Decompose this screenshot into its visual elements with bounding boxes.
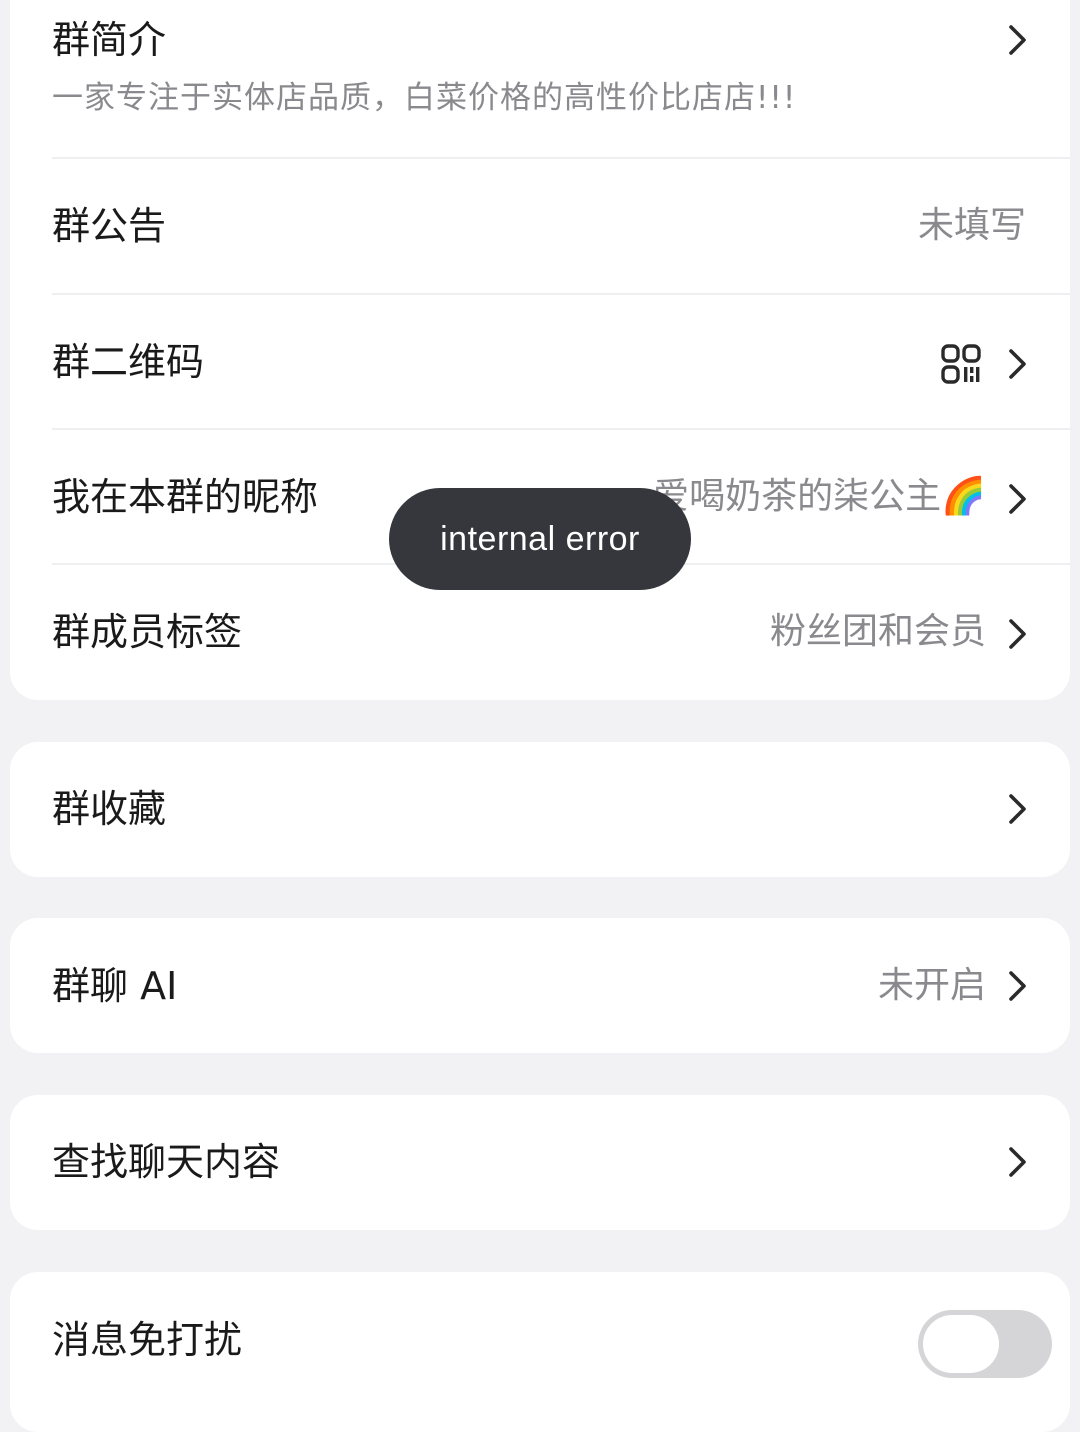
chevron-right-icon bbox=[1009, 349, 1026, 379]
chevron-right-icon bbox=[1009, 619, 1026, 649]
chevron-right-icon bbox=[1009, 1147, 1026, 1177]
group-intro-row[interactable]: 群简介 一家专注于实体店品质，白菜价格的高性价比店店!!! bbox=[10, 0, 1070, 158]
qrcode-icon bbox=[941, 344, 981, 384]
chevron-right-icon bbox=[1009, 971, 1026, 1001]
group-announcement-label: 群公告 bbox=[52, 204, 167, 248]
my-nickname-label: 我在本群的昵称 bbox=[52, 475, 319, 519]
chevron-right-icon bbox=[1009, 25, 1026, 55]
group-announcement-row[interactable]: 群公告 未填写 bbox=[10, 159, 1070, 294]
toggle-knob bbox=[923, 1315, 999, 1373]
group-favorites-card[interactable]: 群收藏 bbox=[10, 742, 1070, 877]
mute-notifications-card: 消息免打扰 bbox=[10, 1272, 1070, 1432]
group-announcement-value: 未填写 bbox=[917, 205, 1026, 246]
search-chat-label: 查找聊天内容 bbox=[52, 1140, 281, 1184]
group-favorites-label: 群收藏 bbox=[52, 787, 167, 831]
group-intro-text: 一家专注于实体店品质，白菜价格的高性价比店店!!! bbox=[52, 80, 797, 116]
member-tag-label: 群成员标签 bbox=[52, 610, 243, 654]
member-tag-value: 粉丝团和会员 bbox=[769, 611, 986, 652]
mute-toggle[interactable] bbox=[918, 1310, 1052, 1378]
group-intro-label: 群简介 bbox=[52, 18, 167, 62]
group-ai-label: 群聊 AI bbox=[52, 964, 178, 1008]
search-chat-card[interactable]: 查找聊天内容 bbox=[10, 1095, 1070, 1230]
chevron-right-icon bbox=[1009, 794, 1026, 824]
my-nickname-value: 爱喝奶茶的柒公主🌈 bbox=[653, 476, 986, 517]
group-qrcode-label: 群二维码 bbox=[52, 340, 205, 384]
error-toast: internal error bbox=[389, 488, 691, 590]
group-ai-card[interactable]: 群聊 AI 未开启 bbox=[10, 918, 1070, 1053]
mute-notifications-label: 消息免打扰 bbox=[52, 1318, 243, 1362]
chevron-right-icon bbox=[1009, 484, 1026, 514]
group-qrcode-row[interactable]: 群二维码 bbox=[10, 295, 1070, 429]
group-info-card: 群简介 一家专注于实体店品质，白菜价格的高性价比店店!!! 群公告 未填写 群二… bbox=[10, 0, 1070, 700]
group-ai-value: 未开启 bbox=[877, 965, 986, 1006]
